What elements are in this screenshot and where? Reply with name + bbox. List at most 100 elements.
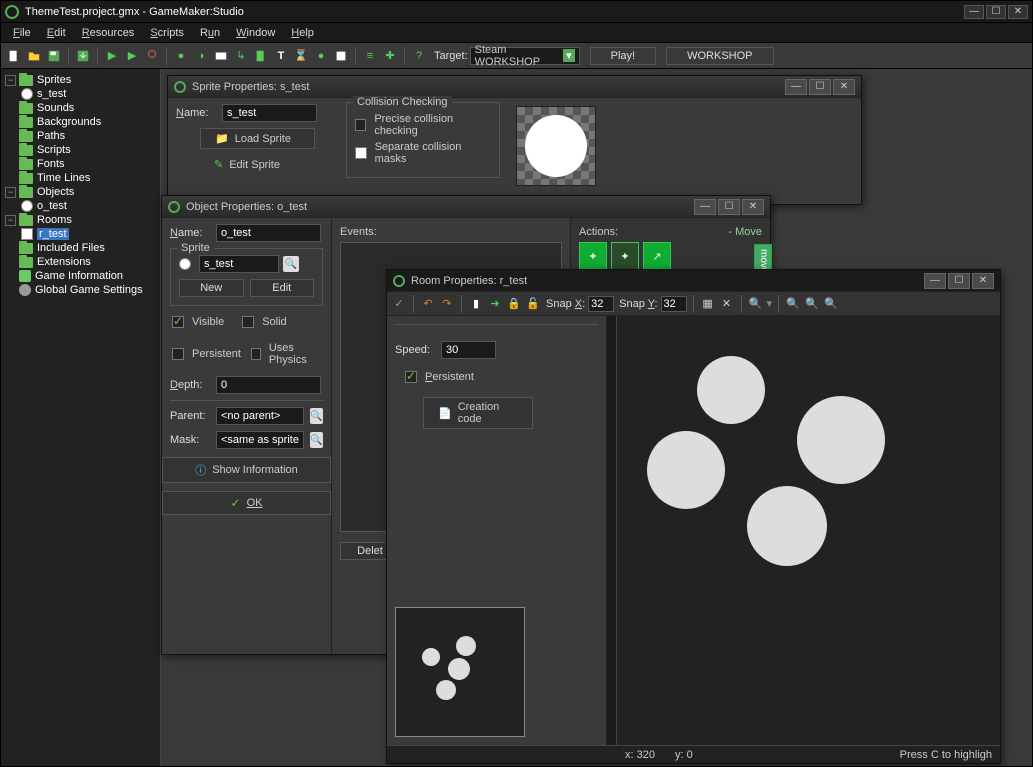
menu-edit[interactable]: Edit bbox=[41, 25, 72, 41]
tree-rooms[interactable]: −Rooms bbox=[3, 213, 158, 227]
tool2-icon[interactable]: ◑ bbox=[192, 47, 210, 65]
plus-icon[interactable]: ✚ bbox=[381, 47, 399, 65]
tool4-icon[interactable]: ↳ bbox=[232, 47, 250, 65]
panel-minimize-button[interactable]: — bbox=[785, 79, 807, 95]
solid-checkbox[interactable]: Solid bbox=[242, 316, 286, 328]
room-instance[interactable] bbox=[647, 431, 725, 509]
room-persistent-checkbox[interactable]: Persistent bbox=[405, 371, 588, 383]
circle-icon[interactable]: ● bbox=[312, 47, 330, 65]
zoom-icon[interactable]: 🔍 bbox=[748, 296, 764, 312]
tree-timelines[interactable]: Time Lines bbox=[3, 171, 158, 185]
precise-collision-checkbox[interactable]: Precise collision checking bbox=[355, 113, 491, 137]
minimize-button[interactable]: — bbox=[964, 5, 984, 19]
panel-maximize-button[interactable]: ☐ bbox=[948, 273, 970, 289]
action-move-free-icon[interactable]: ✦ bbox=[611, 242, 639, 270]
tree-objects[interactable]: −Objects bbox=[3, 185, 158, 199]
menu-resources[interactable]: Resources bbox=[76, 25, 141, 41]
redo-icon[interactable]: ↷ bbox=[439, 296, 455, 312]
edit-sprite-button[interactable]: ✎Edit Sprite bbox=[200, 155, 315, 174]
creation-code-button[interactable]: 📄Creation code bbox=[423, 397, 533, 429]
physics-checkbox[interactable]: Uses Physics bbox=[251, 342, 321, 366]
speed-input[interactable] bbox=[441, 341, 496, 359]
timer-icon[interactable]: ⌛ bbox=[292, 47, 310, 65]
sprite-lookup-icon[interactable]: 🔍 bbox=[283, 256, 299, 272]
tree-item-o-test[interactable]: o_test bbox=[3, 199, 158, 213]
action-move-grid-icon[interactable]: ✦ bbox=[579, 242, 607, 270]
tree-paths[interactable]: Paths bbox=[3, 129, 158, 143]
snapx-input[interactable] bbox=[588, 296, 614, 312]
parent-input[interactable] bbox=[216, 407, 304, 425]
tree-sounds[interactable]: Sounds bbox=[3, 101, 158, 115]
tree-included[interactable]: Included Files bbox=[3, 241, 158, 255]
tree-backgrounds[interactable]: Backgrounds bbox=[3, 115, 158, 129]
persistent-checkbox[interactable]: Persistent bbox=[172, 342, 241, 366]
room-instance[interactable] bbox=[747, 486, 827, 566]
close-button[interactable]: ✕ bbox=[1008, 5, 1028, 19]
tree-gameinfo[interactable]: Game Information bbox=[3, 269, 158, 283]
stop-icon[interactable]: ⭘ bbox=[143, 47, 161, 65]
load-sprite-button[interactable]: 📁Load Sprite bbox=[200, 128, 315, 149]
maximize-button[interactable]: ☐ bbox=[986, 5, 1006, 19]
room-canvas[interactable]: ▲ ▼ bbox=[607, 316, 1000, 745]
export-icon[interactable] bbox=[74, 47, 92, 65]
debug-icon[interactable]: ▶ bbox=[123, 47, 141, 65]
forward-icon[interactable]: ➔ bbox=[487, 296, 503, 312]
room-minimap[interactable] bbox=[395, 607, 525, 737]
object-name-input[interactable] bbox=[216, 224, 321, 242]
confirm-icon[interactable]: ✓ bbox=[391, 296, 407, 312]
menu-scripts[interactable]: Scripts bbox=[144, 25, 190, 41]
panel-close-button[interactable]: ✕ bbox=[972, 273, 994, 289]
open-project-icon[interactable] bbox=[25, 47, 43, 65]
tree-item-r-test[interactable]: r_test bbox=[3, 227, 158, 241]
visible-checkbox[interactable]: Visible bbox=[172, 316, 224, 328]
panel-minimize-button[interactable]: — bbox=[924, 273, 946, 289]
tree-item-s-test[interactable]: s_test bbox=[3, 87, 158, 101]
grid-icon[interactable]: ▦ bbox=[700, 296, 716, 312]
snapy-input[interactable] bbox=[661, 296, 687, 312]
show-info-button[interactable]: ⓘShow Information bbox=[162, 457, 331, 483]
tool3-icon[interactable] bbox=[212, 47, 230, 65]
parent-lookup-icon[interactable]: 🔍 bbox=[310, 408, 323, 424]
new-project-icon[interactable] bbox=[5, 47, 23, 65]
panel-close-button[interactable]: ✕ bbox=[742, 199, 764, 215]
panel-maximize-button[interactable]: ☐ bbox=[718, 199, 740, 215]
tool1-icon[interactable]: ● bbox=[172, 47, 190, 65]
undo-icon[interactable]: ↶ bbox=[420, 296, 436, 312]
help-icon[interactable]: ? bbox=[410, 47, 428, 65]
object-sprite-input[interactable] bbox=[199, 255, 279, 273]
menu-file[interactable]: File bbox=[7, 25, 37, 41]
page-icon[interactable]: ▮ bbox=[468, 296, 484, 312]
panel-maximize-button[interactable]: ☐ bbox=[809, 79, 831, 95]
sprite-name-input[interactable] bbox=[222, 104, 317, 122]
target-dropdown[interactable]: Steam WORKSHOP ▾ bbox=[470, 47, 580, 65]
iso-grid-icon[interactable]: ✕ bbox=[719, 296, 735, 312]
lock-icon[interactable]: 🔒 bbox=[506, 296, 522, 312]
tree-globalsettings[interactable]: Global Game Settings bbox=[3, 283, 158, 297]
play-button[interactable]: Play! bbox=[590, 47, 656, 65]
mask-input[interactable] bbox=[216, 431, 304, 449]
tool5-icon[interactable] bbox=[252, 47, 270, 65]
tree-scripts[interactable]: Scripts bbox=[3, 143, 158, 157]
separate-masks-checkbox[interactable]: Separate collision masks bbox=[355, 141, 491, 165]
panel-close-button[interactable]: ✕ bbox=[833, 79, 855, 95]
menu-run[interactable]: Run bbox=[194, 25, 226, 41]
edit-sprite-button[interactable]: Edit bbox=[250, 279, 315, 297]
unlock-icon[interactable]: 🔓 bbox=[525, 296, 541, 312]
action-move-towards-icon[interactable]: ↗ bbox=[643, 242, 671, 270]
zoom-in-icon[interactable]: 🔍 bbox=[823, 296, 839, 312]
tree-sprites[interactable]: −Sprites bbox=[3, 73, 158, 87]
ok-button[interactable]: ✓OK bbox=[162, 491, 331, 515]
run-icon[interactable]: ▶ bbox=[103, 47, 121, 65]
panel-minimize-button[interactable]: — bbox=[694, 199, 716, 215]
depth-input[interactable] bbox=[216, 376, 321, 394]
workshop-button[interactable]: WORKSHOP bbox=[666, 47, 773, 65]
square-icon[interactable] bbox=[332, 47, 350, 65]
text-icon[interactable]: T bbox=[272, 47, 290, 65]
tree-fonts[interactable]: Fonts bbox=[3, 157, 158, 171]
zoom-reset-icon[interactable]: 🔍 bbox=[804, 296, 820, 312]
mask-lookup-icon[interactable]: 🔍 bbox=[310, 432, 323, 448]
room-instance[interactable] bbox=[797, 396, 885, 484]
room-instance[interactable] bbox=[697, 356, 765, 424]
save-icon[interactable] bbox=[45, 47, 63, 65]
menu-help[interactable]: Help bbox=[285, 25, 320, 41]
